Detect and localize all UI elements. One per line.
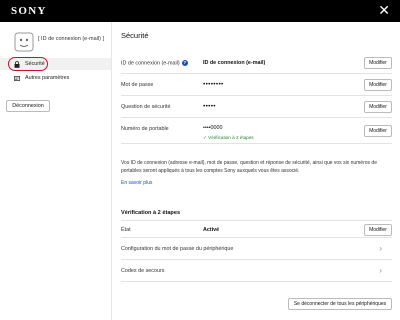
chevron-right-icon: › bbox=[379, 266, 382, 275]
row-value: ID de connexion (e-mail) bbox=[203, 60, 266, 66]
backup-codes-link[interactable]: Codes de secours › bbox=[121, 260, 392, 282]
row-two-step-state: État Activé Modifier bbox=[121, 220, 392, 238]
row-security-question: Question de sécurité ••••• Modifier bbox=[121, 96, 392, 118]
learn-more-link[interactable]: En savoir plus bbox=[121, 180, 152, 186]
sidebar-item-other-settings[interactable]: Autres paramètres bbox=[0, 72, 111, 84]
two-step-verified-badge: ✓ Vérification à 2 étapes bbox=[203, 135, 254, 140]
row-login-id: ID de connexion (e-mail)? ID de connexio… bbox=[121, 52, 392, 74]
sidebar-item-security[interactable]: Sécurité bbox=[0, 58, 111, 70]
top-bar: SONY ✕ bbox=[0, 0, 400, 22]
avatar-icon bbox=[14, 32, 34, 52]
row-mobile-number: Numéro de portable ••••0000 ✓ Vérificati… bbox=[121, 118, 392, 144]
sidebar-user-id: [ ID de connexion (e-mail) ] bbox=[38, 36, 105, 42]
row-value: Activé bbox=[203, 227, 220, 233]
main-content: Sécurité ID de connexion (e-mail)? ID de… bbox=[112, 22, 400, 320]
disconnect-all-devices-button[interactable]: Se déconnecter de tous les périphériques bbox=[288, 298, 392, 310]
sidebar-item-label: Sécurité bbox=[25, 61, 45, 67]
logout-button[interactable]: Déconnexion bbox=[6, 100, 50, 112]
sony-logo: SONY bbox=[11, 5, 47, 17]
row-label: Mot de passe bbox=[121, 82, 154, 88]
row-value: ••••• bbox=[203, 103, 216, 110]
row-label: ID de connexion (e-mail)? bbox=[121, 60, 188, 67]
device-password-config-link[interactable]: Configuration du mot de passe du périphé… bbox=[121, 238, 392, 260]
close-icon[interactable]: ✕ bbox=[378, 3, 390, 17]
row-value: •••••••• bbox=[203, 81, 224, 88]
sidebar-item-label: Autres paramètres bbox=[25, 75, 70, 81]
page-title: Sécurité bbox=[121, 31, 149, 40]
lock-icon bbox=[14, 61, 20, 68]
two-step-section-title: Vérification à 2 étapes bbox=[121, 210, 181, 216]
row-password: Mot de passe •••••••• Modifier bbox=[121, 74, 392, 96]
row-label: Numéro de portable bbox=[121, 126, 169, 132]
modify-two-step-button[interactable]: Modifier bbox=[364, 224, 392, 236]
row-label: État bbox=[121, 227, 131, 233]
chevron-right-icon: › bbox=[379, 244, 382, 253]
sidebar: [ ID de connexion (e-mail) ] Sécurité Au… bbox=[0, 22, 112, 320]
row-label: Configuration du mot de passe du périphé… bbox=[121, 246, 234, 252]
settings-card-icon bbox=[14, 76, 20, 81]
row-label: Codes de secours bbox=[121, 268, 165, 274]
row-value: ••••0000 bbox=[203, 125, 223, 131]
modify-login-id-button[interactable]: Modifier bbox=[364, 57, 392, 69]
help-icon[interactable]: ? bbox=[181, 60, 188, 66]
info-text: Vos ID de connexion (adresse e-mail), mo… bbox=[121, 160, 377, 174]
row-label: Question de sécurité bbox=[121, 104, 171, 110]
modify-password-button[interactable]: Modifier bbox=[364, 79, 392, 91]
modify-mobile-button[interactable]: Modifier bbox=[364, 125, 392, 137]
modify-security-question-button[interactable]: Modifier bbox=[364, 101, 392, 113]
